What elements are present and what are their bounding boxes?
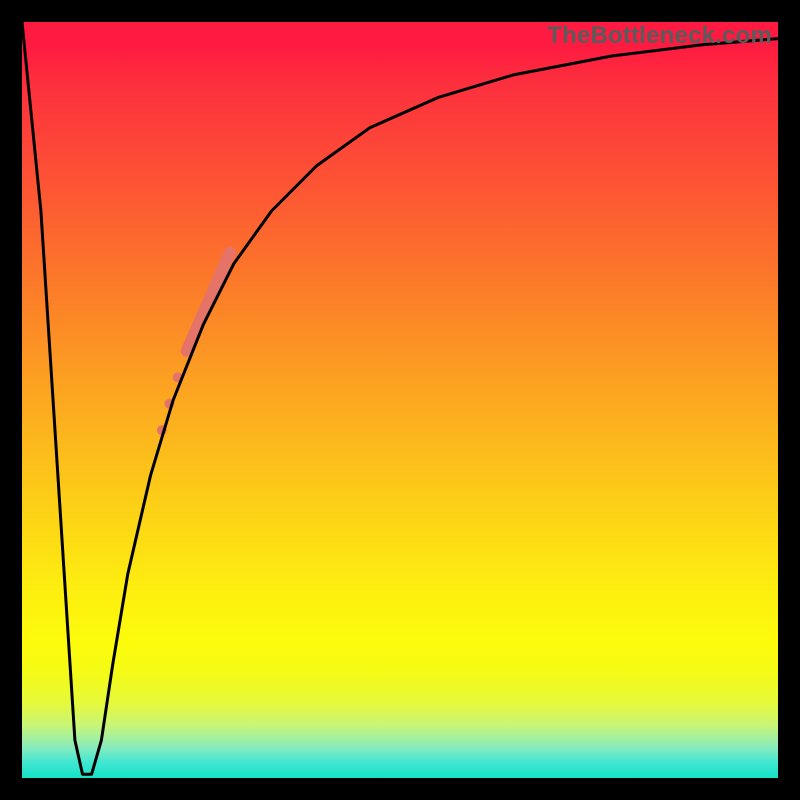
chart-frame: TheBottleneck.com [0, 0, 800, 800]
curve-layer [22, 22, 778, 778]
plot-area: TheBottleneck.com [22, 22, 778, 778]
highlight-bar [187, 253, 230, 351]
bottleneck-curve [22, 22, 778, 774]
watermark-text: TheBottleneck.com [547, 22, 772, 50]
data-highlight [157, 253, 230, 436]
